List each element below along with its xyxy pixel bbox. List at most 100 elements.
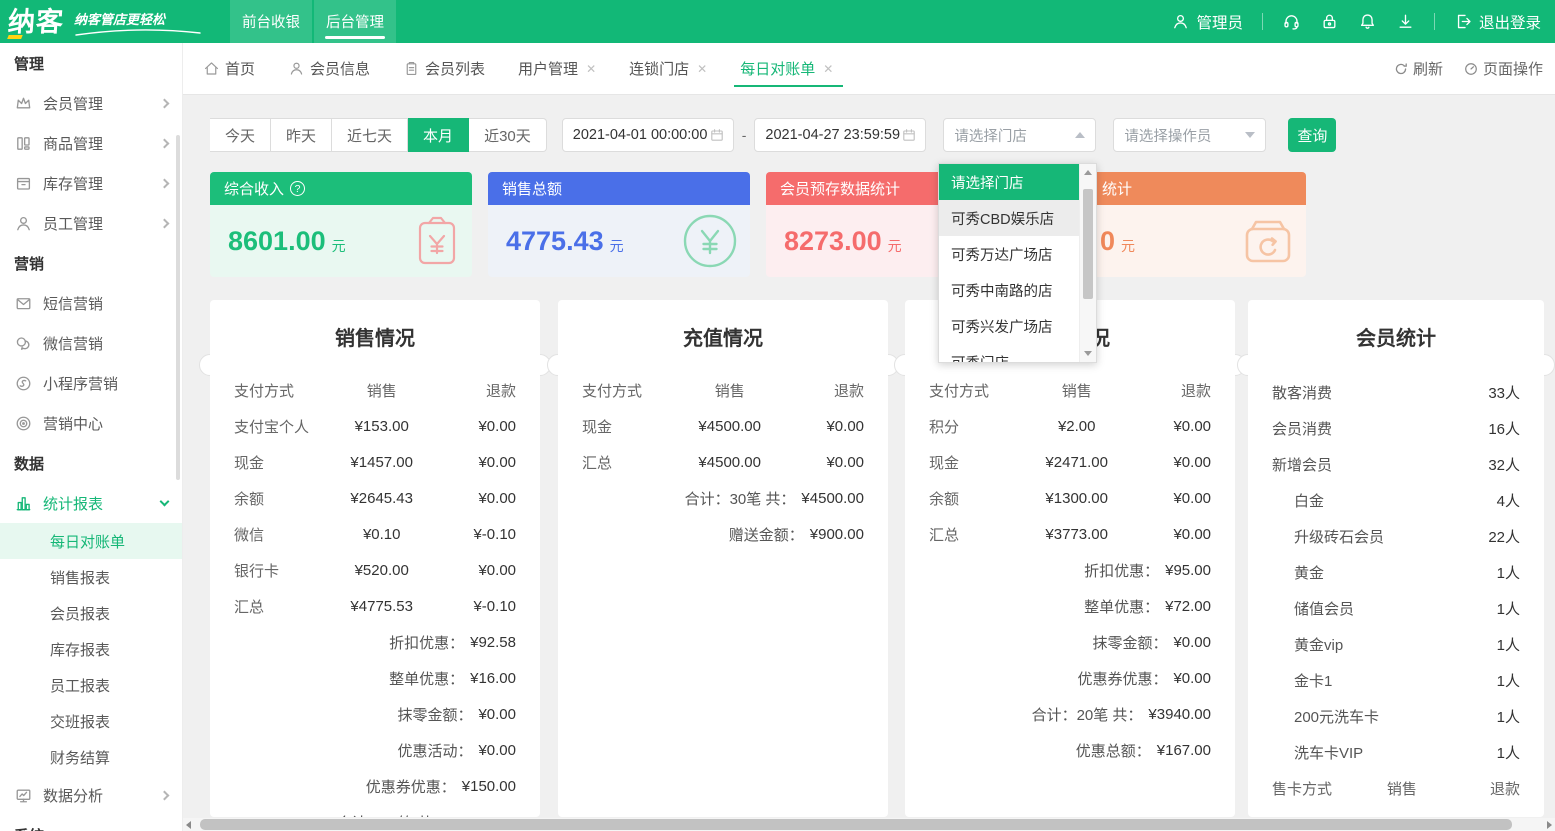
panel-title: 会员统计 (1248, 324, 1544, 354)
scroll-up-icon[interactable] (1084, 170, 1092, 175)
card-total-income: 综合收入 8601.00元 (210, 172, 472, 277)
sidebar-item[interactable]: 员工管理 (0, 203, 182, 243)
tab[interactable]: 首页 (203, 43, 255, 94)
sidebar-item[interactable]: 商品管理 (0, 123, 182, 163)
sidebar-item[interactable]: 统计报表 (0, 483, 182, 523)
support-headset-icon[interactable] (1282, 12, 1301, 31)
store-select[interactable]: 请选择门店 (943, 118, 1096, 152)
sidebar-item-label: 数据分析 (43, 785, 103, 806)
store-option[interactable]: 请选择门店 (939, 164, 1079, 200)
chevron-down-icon (1245, 132, 1255, 138)
report-panels: 销售情况 支付方式销售退款 支付宝个人¥153.00¥0.00 (210, 300, 1555, 818)
quick-range-button[interactable]: 今天 (210, 118, 271, 152)
end-date-input[interactable]: 2021-04-27 23:59:59 (754, 118, 926, 152)
panel-title: 充值情况 (558, 324, 888, 354)
scroll-right-icon[interactable] (1547, 821, 1552, 829)
dropdown-scroll-thumb[interactable] (1083, 189, 1093, 299)
sidebar-item[interactable]: 财务结算 (0, 739, 182, 775)
table-header-row: 支付方式销售退款 (210, 372, 540, 408)
store-option[interactable]: 可秀万达广场店 (939, 236, 1079, 272)
sidebar-item: 营销 (0, 243, 182, 283)
current-user[interactable]: 管理员 (1171, 11, 1243, 33)
table-row: 现金¥2471.00¥0.00 (905, 444, 1235, 480)
sidebar-item[interactable]: 交班报表 (0, 703, 182, 739)
horizontal-scrollbar[interactable] (183, 818, 1555, 831)
quick-range-button[interactable]: 本月 (408, 118, 469, 152)
table-row: 现金¥4500.00¥0.00 (558, 408, 888, 444)
sidebar-item[interactable]: 销售报表 (0, 559, 182, 595)
tab[interactable]: 用户管理 (518, 43, 596, 94)
sidebar-item[interactable]: 数据分析 (0, 775, 182, 815)
download-icon[interactable] (1396, 12, 1415, 31)
table-row: 汇总¥3773.00¥0.00 (905, 516, 1235, 552)
sidebar-item: 管理 (0, 43, 182, 83)
sidebar-item-label: 营销中心 (43, 413, 103, 434)
card-sales-total: 销售总额 4775.43元 (488, 172, 750, 277)
sidebar-item[interactable]: 会员报表 (0, 595, 182, 631)
summary-row: 折扣优惠：¥92.58 (210, 624, 540, 660)
quick-range-button[interactable]: 近七天 (332, 118, 408, 152)
sidebar-item-icon (14, 786, 33, 805)
lock-icon[interactable] (1320, 12, 1339, 31)
sidebar-item[interactable]: 每日对账单 (0, 523, 182, 559)
bell-icon[interactable] (1358, 12, 1377, 31)
top-nav-button[interactable]: 前台收银 (230, 0, 312, 43)
sidebar-item-label: 管理 (14, 53, 44, 74)
sidebar: 管理 会员管理 商品管理 库存管理 (0, 43, 183, 831)
sidebar-item[interactable]: 库存管理 (0, 163, 182, 203)
search-button[interactable]: 查询 (1288, 118, 1336, 152)
stat-row: 会员消费16人 (1248, 410, 1544, 446)
tab-close-icon[interactable] (697, 62, 707, 76)
chevron-up-icon (1075, 132, 1085, 138)
chevron-icon (160, 98, 170, 108)
store-option[interactable]: 可秀中南路的店 (939, 272, 1079, 308)
stat-row: 200元洗车卡1人 (1248, 698, 1544, 734)
help-icon[interactable] (290, 181, 305, 196)
chevron-icon (160, 178, 170, 188)
sidebar-item-label: 商品管理 (43, 133, 103, 154)
tab-close-icon[interactable] (586, 62, 596, 76)
summary-row: 抹零金额：¥0.00 (905, 624, 1235, 660)
tab-close-icon[interactable] (823, 62, 833, 76)
sidebar-item[interactable]: 会员管理 (0, 83, 182, 123)
summary-row: 折扣优惠：¥95.00 (905, 552, 1235, 588)
table-header-row: 支付方式销售退款 (905, 372, 1235, 408)
sidebar-item-icon (14, 174, 33, 193)
tab[interactable]: 连锁门店 (629, 43, 707, 94)
dropdown-scrollbar[interactable] (1079, 164, 1096, 362)
sidebar-scrollbar[interactable] (176, 135, 180, 480)
quick-range-button[interactable]: 昨天 (271, 118, 332, 152)
page-ops-button[interactable]: 页面操作 (1463, 58, 1543, 79)
tab[interactable]: 每日对账单 (740, 43, 833, 94)
sidebar-item[interactable]: 短信营销 (0, 283, 182, 323)
tab[interactable]: 会员信息 (288, 43, 370, 94)
top-nav-button[interactable]: 后台管理 (314, 0, 396, 43)
summary-row: 优惠券优惠：¥0.00 (905, 660, 1235, 696)
scroll-left-icon[interactable] (186, 821, 191, 829)
brand: 纳客 纳客管店更轻松 (8, 3, 202, 41)
sidebar-item-label: 会员管理 (43, 93, 103, 114)
start-date-input[interactable]: 2021-04-01 00:00:00 (562, 118, 734, 152)
sidebar-item[interactable]: 小程序营销 (0, 363, 182, 403)
sidebar-item[interactable]: 库存报表 (0, 631, 182, 667)
sidebar-item[interactable]: 微信营销 (0, 323, 182, 363)
sidebar-item-icon (14, 134, 33, 153)
logout-button[interactable]: 退出登录 (1454, 11, 1541, 33)
table-row: 现金¥1457.00¥0.00 (210, 444, 540, 480)
filter-row: 今天 昨天 近七天 本月 近30天 2021-04-01 00:00:00 - (210, 118, 1336, 152)
store-option[interactable]: 可秀兴发广场店 (939, 308, 1079, 344)
store-option[interactable]: 可秀CBD娱乐店 (939, 200, 1079, 236)
sidebar-item: 系统 (0, 815, 182, 831)
calendar-icon (901, 127, 917, 143)
table-row: 余额¥2645.43¥0.00 (210, 480, 540, 516)
sidebar-item[interactable]: 营销中心 (0, 403, 182, 443)
tab[interactable]: 会员列表 (403, 43, 485, 94)
store-option[interactable]: 可秀门店 (939, 344, 1079, 363)
quick-range-button[interactable]: 近30天 (469, 118, 547, 152)
chevron-icon (160, 218, 170, 228)
refresh-button[interactable]: 刷新 (1393, 58, 1443, 79)
sidebar-item[interactable]: 员工报表 (0, 667, 182, 703)
horizontal-scroll-thumb[interactable] (200, 819, 1512, 830)
operator-select[interactable]: 请选择操作员 (1113, 118, 1266, 152)
scroll-down-icon[interactable] (1084, 351, 1092, 356)
